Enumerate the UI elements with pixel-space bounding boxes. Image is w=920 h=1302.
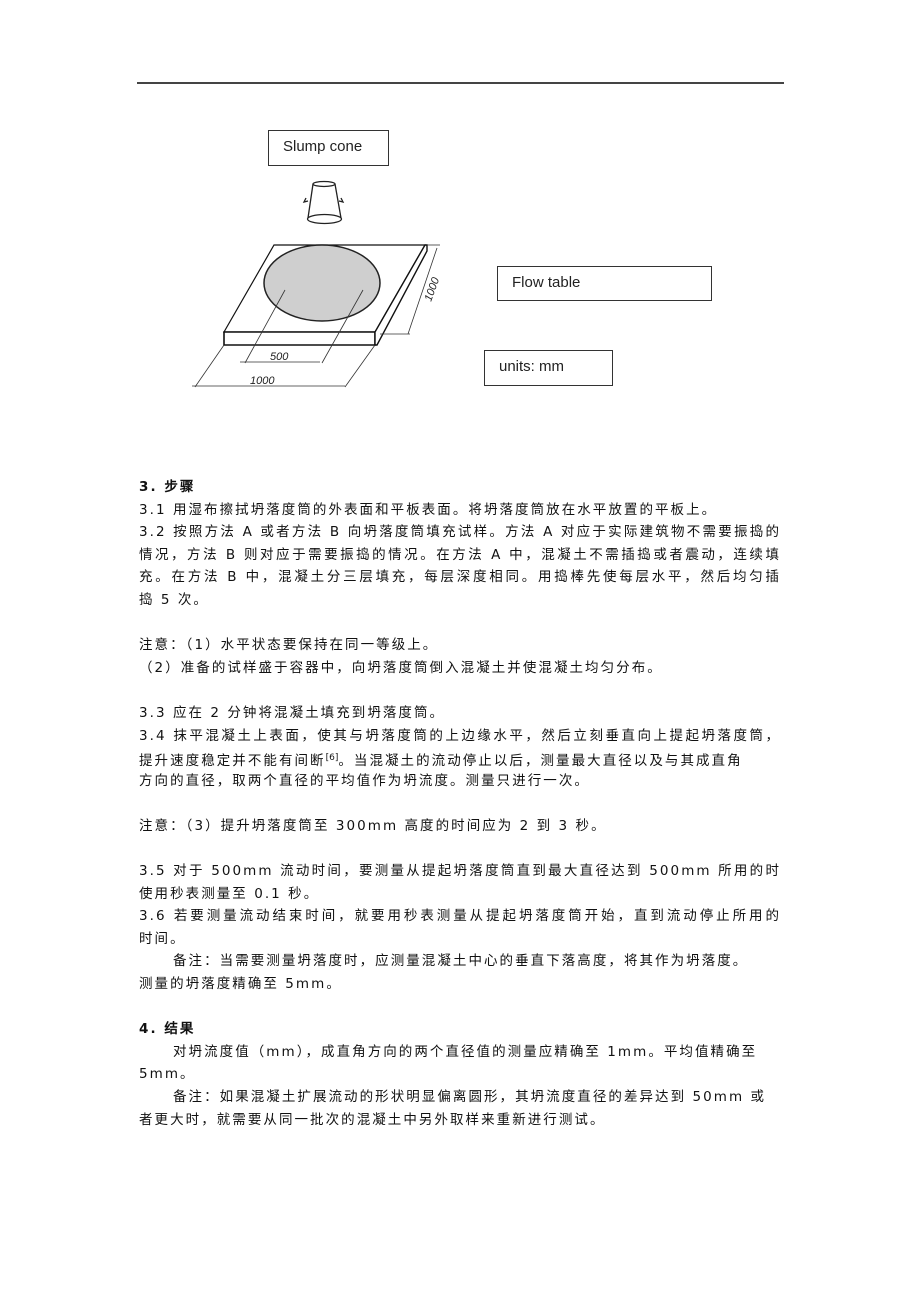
text-line: 测量的坍落度精确至 5mm。 [139, 976, 342, 993]
concrete-spread [263, 244, 381, 322]
citation-ref[interactable]: [6] [326, 753, 339, 763]
text-line: 5mm。 [139, 1066, 196, 1083]
note-3: 注意：（3）提升坍落度筒至 300mm 高度的时间应为 2 到 3 秒。 [139, 817, 607, 834]
section-3-heading: 3. 步骤 [139, 479, 196, 495]
paragraph-3-5: 3.5 对于 500mm 流动时间，要测量从提起坍落度筒直到最大直径达到 500… [139, 860, 781, 905]
text-line: 者更大时，就需要从同一批次的混凝土中另外取样来重新进行测试。 [139, 1111, 606, 1128]
paragraph-3-3: 3.3 应在 2 分钟将混凝土填充到坍落度筒。 [139, 704, 446, 721]
text-line: 使用秒表测量至 0.1 秒。 [139, 885, 320, 902]
paragraph-3-1: 3.1 用湿布擦拭坍落度筒的外表面和平板表面。将坍落度筒放在水平放置的平板上。 [139, 501, 718, 518]
text-fragment: 提升速度稳定并不能有间断 [139, 753, 326, 770]
paragraph-4-1: 对坍流度值（mm），成直角方向的两个直径值的测量应精确至 1mm。平均值精确至 … [139, 1041, 781, 1086]
document-body: 3. 步骤 3.1 用湿布擦拭坍落度筒的外表面和平板表面。将坍落度筒放在水平放置… [139, 476, 781, 1131]
flow-table-drawing: 500 1000 1000 [192, 180, 443, 388]
slump-cone-icon [302, 180, 345, 225]
flow-table-figure: Slump cone Flow table units: mm 500 1000… [0, 0, 920, 440]
text-fragment: 。当混凝土的流动停止以后，测量最大直径以及与其成直角 [338, 753, 743, 770]
text-line: 对坍流度值（mm），成直角方向的两个直径值的测量应精确至 1mm。平均值精确至 [173, 1043, 758, 1060]
text-line: 方向的直径，取两个直径的平均值作为坍流度。测量只进行一次。 [139, 772, 590, 789]
section-4-heading: 4. 结果 [139, 1021, 196, 1038]
dimension-depth: 1000 [423, 275, 443, 303]
text-line: 3.6 若要测量流动结束时间，就要用秒表测量从提起坍落度筒开始，直到流动停止所用… [139, 908, 781, 925]
paragraph-3-6: 3.6 若要测量流动结束时间，就要用秒表测量从提起坍落度筒开始，直到流动停止所用… [139, 905, 781, 950]
note-1: 注意：（1）水平状态要保持在同一等级上。 [139, 637, 439, 654]
remark-4: 备注：如果混凝土扩展流动的形状明显偏离圆形，其坍流度直径的差异达到 50mm 或… [139, 1086, 781, 1131]
dimension-diameter: 500 [270, 351, 289, 363]
text-line: 3.5 对于 500mm 流动时间，要测量从提起坍落度筒直到最大直径达到 500… [139, 863, 781, 880]
text-line: 提升速度稳定并不能有间断[6]。当混凝土的流动停止以后，测量最大直径以及与其成直… [139, 747, 781, 770]
text-line: 充。在方法 B 中，混凝土分三层填充，每层深度相同。用捣棒先使每层水平，然后均匀… [139, 569, 781, 586]
text-line: 备注：如果混凝土扩展流动的形状明显偏离圆形，其坍流度直径的差异达到 50mm 或 [173, 1089, 767, 1106]
dimension-width: 1000 [250, 375, 275, 387]
flow-table-plate [222, 244, 428, 346]
text-line: 情况，方法 B 则对应于需要振捣的情况。在方法 A 中，混凝土不需插捣或者震动，… [139, 546, 781, 563]
text-line: 时间。 [139, 930, 186, 947]
text-line: 3.2 按照方法 A 或者方法 B 向坍落度筒填充试样。方法 A 对应于实际建筑… [139, 524, 781, 541]
text-line: 备注：当需要测量坍落度时，应测量混凝土中心的垂直下落高度，将其作为坍落度。 [173, 953, 749, 970]
note-2: （2）准备的试样盛于容器中，向坍落度筒倒入混凝土并使混凝土均匀分布。 [139, 659, 663, 676]
text-line: 捣 5 次。 [139, 591, 209, 608]
text-line: 3.4 抹平混凝土上表面，使其与坍落度筒的上边缘水平，然后立刻垂直向上提起坍落度… [139, 727, 781, 744]
paragraph-3-2: 3.2 按照方法 A 或者方法 B 向坍落度筒填充试样。方法 A 对应于实际建筑… [139, 521, 781, 611]
remark-3: 备注：当需要测量坍落度时，应测量混凝土中心的垂直下落高度，将其作为坍落度。 测量… [139, 950, 781, 995]
paragraph-3-4: 3.4 抹平混凝土上表面，使其与坍落度筒的上边缘水平，然后立刻垂直向上提起坍落度… [139, 725, 781, 793]
